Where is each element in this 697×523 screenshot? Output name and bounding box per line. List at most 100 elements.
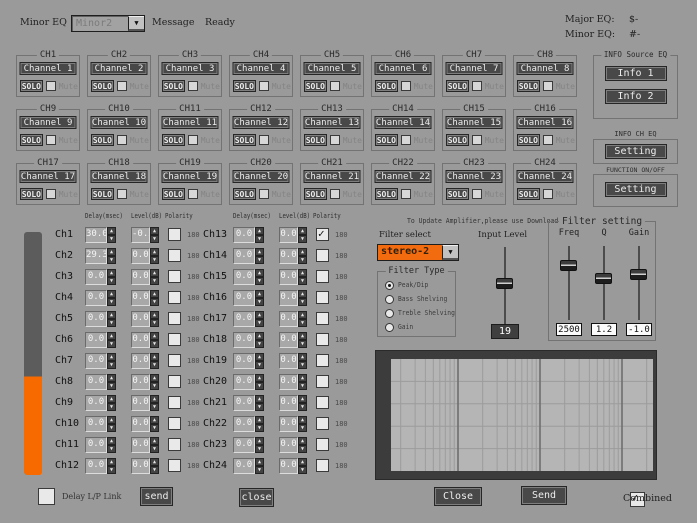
mute-checkbox[interactable]	[401, 189, 411, 199]
polarity-checkbox[interactable]	[316, 354, 329, 367]
polarity-checkbox[interactable]	[316, 228, 329, 241]
spin-up-button[interactable]: ▲	[298, 290, 307, 298]
spin-down-button[interactable]: ▼	[298, 382, 307, 390]
spin-up-button[interactable]: ▲	[150, 227, 159, 235]
level-value[interactable]: 0.0	[279, 395, 298, 411]
channel-button[interactable]: Channel 7	[446, 62, 503, 75]
spin-down-button[interactable]: ▼	[255, 277, 264, 285]
spin-down-button[interactable]: ▼	[255, 340, 264, 348]
spin-up-button[interactable]: ▲	[255, 269, 264, 277]
spin-down-button[interactable]: ▼	[298, 340, 307, 348]
radio-button[interactable]	[385, 323, 394, 332]
level-value[interactable]: 0.0	[131, 458, 150, 474]
level-value[interactable]: 0.0	[279, 227, 298, 243]
solo-button[interactable]: SOLO	[91, 188, 114, 200]
level-value[interactable]: 0.0	[131, 437, 150, 453]
delay-value[interactable]: 0.0	[85, 290, 107, 306]
polarity-checkbox[interactable]	[168, 312, 181, 325]
solo-button[interactable]: SOLO	[162, 188, 185, 200]
channel-button[interactable]: Channel 10	[91, 116, 148, 129]
spin-up-button[interactable]: ▲	[298, 269, 307, 277]
channel-button[interactable]: Channel 2	[91, 62, 148, 75]
spin-up-button[interactable]: ▲	[107, 416, 116, 424]
polarity-checkbox[interactable]	[168, 459, 181, 472]
level-value[interactable]: 0.0	[131, 269, 150, 285]
solo-button[interactable]: SOLO	[375, 80, 398, 92]
spin-up-button[interactable]: ▲	[298, 458, 307, 466]
spin-down-button[interactable]: ▼	[150, 382, 159, 390]
level-value[interactable]: 0.0	[279, 416, 298, 432]
spin-up-button[interactable]: ▲	[255, 374, 264, 382]
polarity-checkbox[interactable]	[316, 459, 329, 472]
spin-down-button[interactable]: ▼	[107, 277, 116, 285]
delay-value[interactable]: 0.0	[233, 437, 255, 453]
polarity-checkbox[interactable]	[168, 417, 181, 430]
channel-button[interactable]: Channel 6	[375, 62, 432, 75]
spin-down-button[interactable]: ▼	[107, 361, 116, 369]
channel-button[interactable]: Channel 20	[233, 170, 290, 183]
spin-down-button[interactable]: ▼	[107, 382, 116, 390]
channel-button[interactable]: Channel 4	[233, 62, 290, 75]
polarity-checkbox[interactable]	[168, 291, 181, 304]
spin-up-button[interactable]: ▲	[150, 248, 159, 256]
channel-button[interactable]: Channel 5	[304, 62, 361, 75]
level-value[interactable]: 0.0	[131, 416, 150, 432]
input-level-slider-thumb[interactable]	[496, 278, 513, 289]
mute-checkbox[interactable]	[330, 189, 340, 199]
spin-up-button[interactable]: ▲	[107, 332, 116, 340]
spin-up-button[interactable]: ▲	[107, 395, 116, 403]
spin-up-button[interactable]: ▲	[255, 227, 264, 235]
spin-up-button[interactable]: ▲	[107, 353, 116, 361]
gain-slider-thumb[interactable]	[630, 269, 647, 280]
mute-checkbox[interactable]	[46, 81, 56, 91]
delay-value[interactable]: 0.0	[85, 353, 107, 369]
mute-checkbox[interactable]	[472, 81, 482, 91]
mute-checkbox[interactable]	[543, 81, 553, 91]
spin-down-button[interactable]: ▼	[150, 424, 159, 432]
spin-up-button[interactable]: ▲	[298, 395, 307, 403]
delay-lp-link-checkbox[interactable]	[38, 488, 55, 505]
filter-type-option[interactable]: Treble Shelving	[385, 306, 455, 320]
mute-checkbox[interactable]	[117, 81, 127, 91]
polarity-checkbox[interactable]	[316, 270, 329, 283]
spin-down-button[interactable]: ▼	[298, 403, 307, 411]
spin-down-button[interactable]: ▼	[255, 382, 264, 390]
mute-checkbox[interactable]	[259, 81, 269, 91]
solo-button[interactable]: SOLO	[304, 134, 327, 146]
spin-up-button[interactable]: ▲	[150, 437, 159, 445]
spin-up-button[interactable]: ▲	[255, 311, 264, 319]
solo-button[interactable]: SOLO	[304, 188, 327, 200]
level-value[interactable]: -0.2	[131, 227, 150, 243]
channel-button[interactable]: Channel 14	[375, 116, 432, 129]
mute-checkbox[interactable]	[117, 189, 127, 199]
filter-type-option[interactable]: Peak/Dip	[385, 278, 455, 292]
solo-button[interactable]: SOLO	[517, 188, 540, 200]
spin-up-button[interactable]: ▲	[150, 416, 159, 424]
polarity-checkbox[interactable]	[316, 438, 329, 451]
channel-button[interactable]: Channel 13	[304, 116, 361, 129]
spin-down-button[interactable]: ▼	[298, 277, 307, 285]
mute-checkbox[interactable]	[330, 81, 340, 91]
delay-value[interactable]: 0.0	[233, 458, 255, 474]
channel-button[interactable]: Channel 18	[91, 170, 148, 183]
spin-down-button[interactable]: ▼	[107, 424, 116, 432]
delay-value[interactable]: 0.0	[85, 395, 107, 411]
spin-up-button[interactable]: ▲	[255, 458, 264, 466]
channel-button[interactable]: Channel 8	[517, 62, 574, 75]
minor-eq-select-value[interactable]: Minor2	[72, 16, 128, 31]
mute-checkbox[interactable]	[259, 135, 269, 145]
mute-checkbox[interactable]	[401, 135, 411, 145]
spin-down-button[interactable]: ▼	[107, 235, 116, 243]
spin-down-button[interactable]: ▼	[150, 466, 159, 474]
level-value[interactable]: 0.0	[279, 269, 298, 285]
polarity-checkbox[interactable]	[168, 249, 181, 262]
mute-checkbox[interactable]	[188, 135, 198, 145]
spin-down-button[interactable]: ▼	[298, 424, 307, 432]
level-value[interactable]: 0.0	[279, 458, 298, 474]
level-value[interactable]: 0.0	[131, 395, 150, 411]
spin-down-button[interactable]: ▼	[255, 235, 264, 243]
mute-checkbox[interactable]	[472, 135, 482, 145]
mute-checkbox[interactable]	[46, 135, 56, 145]
spin-up-button[interactable]: ▲	[150, 353, 159, 361]
spin-up-button[interactable]: ▲	[255, 290, 264, 298]
